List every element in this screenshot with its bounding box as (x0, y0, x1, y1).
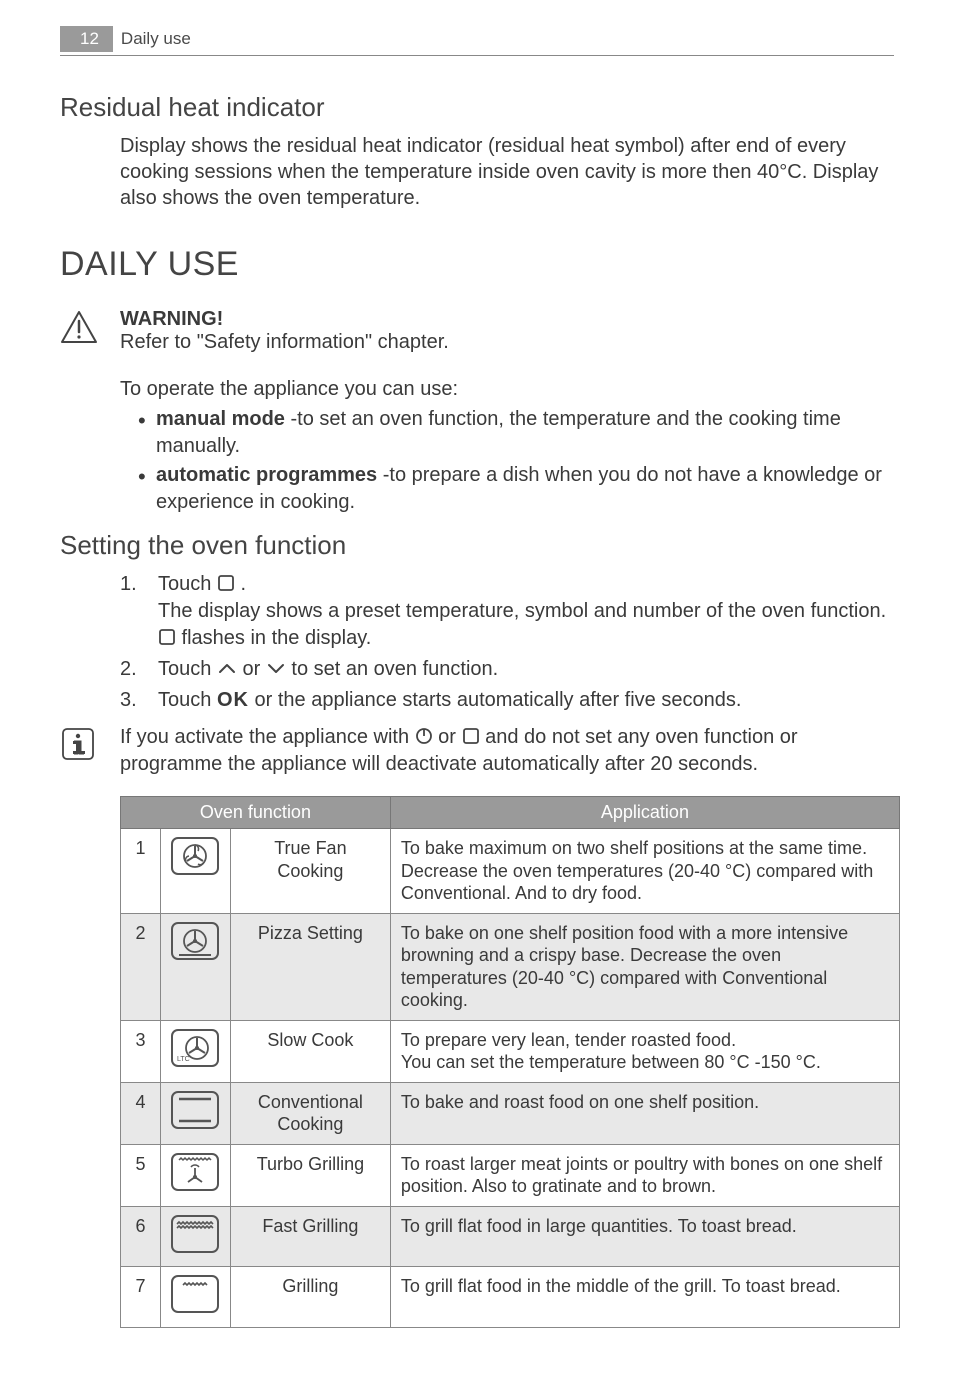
table-row: 1 True Fan CookingTo bake maximum on two … (121, 829, 900, 914)
ok-icon: OK (217, 689, 249, 711)
mode-bullets: manual mode -to set an oven function, th… (138, 406, 894, 516)
function-name: Fast Grilling (230, 1206, 390, 1267)
bullet-auto: automatic programmes -to prepare a dish … (138, 462, 894, 516)
function-square-icon (158, 628, 176, 646)
function-name: Turbo Grilling (230, 1144, 390, 1206)
step-2: 2. Touch or to set an oven function. (120, 656, 894, 683)
function-name: True Fan Cooking (230, 829, 390, 914)
oven-symbol-fastgrill-icon (160, 1206, 230, 1267)
row-number: 7 (121, 1267, 161, 1328)
function-application: To roast larger meat joints or poultry w… (390, 1144, 899, 1206)
table-row: 5 Turbo GrillingTo roast larger meat join… (121, 1144, 900, 1206)
power-icon (415, 727, 433, 745)
row-number: 5 (121, 1144, 161, 1206)
oven-function-table: Oven function Application 1 True Fan Cook… (120, 796, 900, 1328)
table-row: 7 GrillingTo grill flat food in the middl… (121, 1267, 900, 1328)
function-name: Grilling (230, 1267, 390, 1328)
oven-symbol-turbo-icon (160, 1144, 230, 1206)
row-number: 3 (121, 1020, 161, 1082)
table-row: 4 Conventional CookingTo bake and roast f… (121, 1082, 900, 1144)
residual-heat-para: Display shows the residual heat indicato… (120, 133, 894, 211)
table-row: 6 Fast GrillingTo grill flat food in larg… (121, 1206, 900, 1267)
function-application: To bake maximum on two shelf positions a… (390, 829, 899, 914)
bullet-manual: manual mode -to set an oven function, th… (138, 406, 894, 460)
warning-label: WARNING! (120, 308, 894, 331)
residual-heat-heading: Residual heat indicator (60, 92, 894, 123)
function-application: To bake and roast food on one shelf posi… (390, 1082, 899, 1144)
step-1: 1. Touch . The display shows a preset te… (120, 571, 894, 652)
step-3: 3. Touch OK or the appliance starts auto… (120, 687, 894, 714)
warning-icon (60, 310, 98, 344)
function-square-icon (462, 727, 480, 745)
svg-text:LTC: LTC (177, 1056, 190, 1063)
function-application: To prepare very lean, tender roasted foo… (390, 1020, 899, 1082)
operate-intro: To operate the appliance you can use: (120, 376, 894, 402)
header-rule (60, 55, 894, 56)
chevron-up-icon (217, 661, 237, 675)
function-name: Conventional Cooking (230, 1082, 390, 1144)
oven-symbol-conventional-icon (160, 1082, 230, 1144)
page-header: 12 Daily use (60, 26, 894, 52)
page-header-title: Daily use (121, 29, 191, 49)
table-row: 3 LTC Slow CookTo prepare very lean, tende… (121, 1020, 900, 1082)
table-header-function: Oven function (121, 797, 391, 829)
table-header-application: Application (390, 797, 899, 829)
info-icon (60, 726, 96, 762)
oven-symbol-grill-icon (160, 1267, 230, 1328)
function-name: Slow Cook (230, 1020, 390, 1082)
row-number: 6 (121, 1206, 161, 1267)
info-block: If you activate the appliance with or an… (60, 724, 894, 778)
row-number: 1 (121, 829, 161, 914)
chevron-down-icon (266, 661, 286, 675)
oven-symbol-fan-icon (160, 829, 230, 914)
page-number-tab: 12 (60, 26, 113, 52)
oven-symbol-pizza-icon (160, 913, 230, 1020)
function-application: To grill flat food in the middle of the … (390, 1267, 899, 1328)
table-row: 2 Pizza SettingTo bake on one shelf posit… (121, 913, 900, 1020)
row-number: 2 (121, 913, 161, 1020)
function-application: To grill flat food in large quantities. … (390, 1206, 899, 1267)
steps-list: 1. Touch . The display shows a preset te… (120, 571, 894, 714)
row-number: 4 (121, 1082, 161, 1144)
setting-heading: Setting the oven function (60, 530, 894, 561)
warning-text: Refer to "Safety information" chapter. (120, 331, 894, 354)
daily-use-heading: DAILY USE (60, 245, 894, 284)
function-application: To bake on one shelf position food with … (390, 913, 899, 1020)
oven-symbol-slow-icon: LTC (160, 1020, 230, 1082)
function-name: Pizza Setting (230, 913, 390, 1020)
function-square-icon (217, 574, 235, 592)
warning-block: WARNING! Refer to "Safety information" c… (60, 308, 894, 354)
